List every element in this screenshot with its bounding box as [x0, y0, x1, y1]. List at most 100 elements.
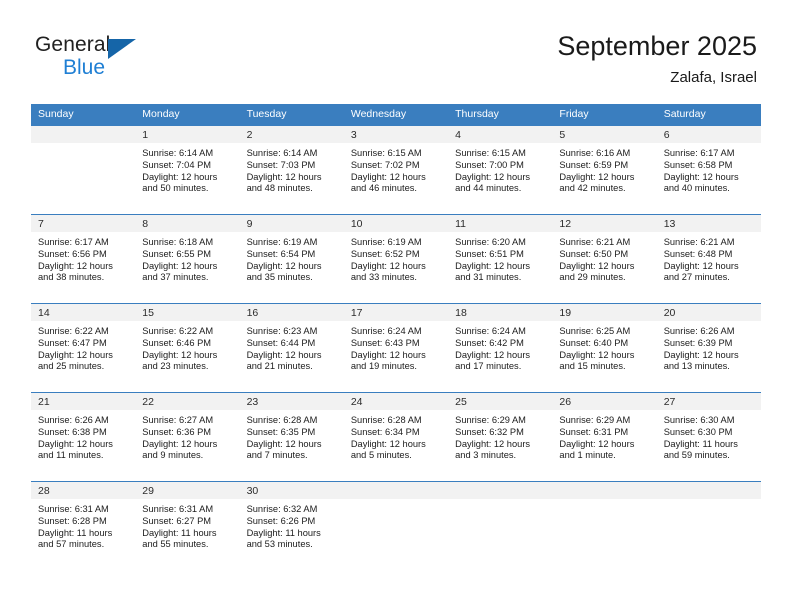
- day-number: 23: [239, 393, 344, 410]
- calendar-day-cell[interactable]: 17 Sunrise: 6:24 AM Sunset: 6:43 PM Dayligh…: [343, 303, 449, 393]
- calendar-day-cell[interactable]: 15 Sunrise: 6:22 AM Sunset: 6:46 PM Dayligh…: [135, 303, 240, 393]
- daylight-duration-line1: Daylight: 12 hours: [246, 260, 322, 271]
- calendar-day-cell[interactable]: 4 Sunrise: 6:15 AM Sunset: 7:00 PM Daylight…: [448, 125, 553, 215]
- day-details: Sunrise: 6:14 AM Sunset: 7:03 PM Daylight:…: [240, 143, 344, 195]
- daylight-duration-line2: and 3 minutes.: [455, 450, 517, 461]
- daylight-duration-line2: and 35 minutes.: [246, 272, 313, 283]
- calendar-day-cell[interactable]: 1 Sunrise: 6:14 AM Sunset: 7:04 PM Daylight…: [135, 125, 240, 215]
- calendar-day-cell[interactable]: 3 Sunrise: 6:15 AM Sunset: 7:02 PM Daylight…: [343, 125, 449, 215]
- sunset-time: Sunset: 7:02 PM: [350, 159, 420, 170]
- daylight-duration-line2: and 17 minutes.: [455, 361, 522, 372]
- weekday-header-monday: Monday: [135, 104, 240, 126]
- day-details: Sunrise: 6:28 AM Sunset: 6:35 PM Daylight:…: [240, 410, 344, 462]
- calendar-day-cell[interactable]: 21 Sunrise: 6:26 AM Sunset: 6:38 PM Dayligh…: [31, 392, 136, 482]
- day-number: 16: [239, 304, 344, 321]
- sunrise-time: Sunrise: 6:21 AM: [559, 237, 631, 247]
- day-number: [31, 126, 136, 143]
- daylight-duration-line2: and 7 minutes.: [246, 450, 308, 461]
- weekday-header-thursday: Thursday: [448, 104, 553, 126]
- sunset-time: Sunset: 6:50 PM: [559, 248, 629, 259]
- daylight-duration-line2: and 46 minutes.: [350, 183, 417, 194]
- calendar-day-cell[interactable]: 10 Sunrise: 6:19 AM Sunset: 6:52 PM Dayligh…: [343, 214, 449, 304]
- sunrise-time: Sunrise: 6:28 AM: [350, 415, 422, 425]
- day-number: 6: [656, 126, 761, 143]
- sunset-time: Sunset: 6:42 PM: [455, 337, 524, 348]
- daylight-duration-line1: Daylight: 11 hours: [142, 527, 217, 538]
- calendar-day-cell[interactable]: 24 Sunrise: 6:28 AM Sunset: 6:34 PM Dayligh…: [343, 392, 449, 482]
- daylight-duration-line1: Daylight: 12 hours: [455, 260, 531, 271]
- calendar-day-cell[interactable]: 18 Sunrise: 6:24 AM Sunset: 6:42 PM Dayligh…: [448, 303, 553, 393]
- sunset-time: Sunset: 6:51 PM: [455, 248, 524, 259]
- sunset-time: Sunset: 6:39 PM: [663, 337, 733, 348]
- day-number: 22: [135, 393, 240, 410]
- calendar-day-cell[interactable]: 2 Sunrise: 6:14 AM Sunset: 7:03 PM Daylight…: [239, 125, 344, 215]
- day-number: 4: [448, 126, 553, 143]
- calendar-day-cell-empty: [448, 481, 553, 566]
- day-number: 28: [31, 482, 136, 499]
- calendar-day-cell[interactable]: 16 Sunrise: 6:23 AM Sunset: 6:44 PM Dayligh…: [239, 303, 344, 393]
- page-subtitle-location: Zalafa, Israel: [670, 69, 757, 86]
- sunset-time: Sunset: 6:48 PM: [663, 248, 733, 259]
- sunset-time: Sunset: 6:55 PM: [142, 248, 212, 259]
- day-number: 2: [239, 126, 344, 143]
- sunrise-time: Sunrise: 6:22 AM: [142, 326, 214, 336]
- calendar-day-cell[interactable]: 20 Sunrise: 6:26 AM Sunset: 6:39 PM Dayligh…: [656, 303, 761, 393]
- calendar-day-cell[interactable]: 12 Sunrise: 6:21 AM Sunset: 6:50 PM Dayligh…: [552, 214, 657, 304]
- day-details: Sunrise: 6:19 AM Sunset: 6:52 PM Daylight:…: [344, 232, 448, 284]
- day-details: Sunrise: 6:20 AM Sunset: 6:51 PM Daylight:…: [448, 232, 552, 284]
- sunrise-time: Sunrise: 6:32 AM: [246, 504, 318, 514]
- calendar-day-cell[interactable]: 8 Sunrise: 6:18 AM Sunset: 6:55 PM Daylight…: [135, 214, 240, 304]
- calendar-day-cell[interactable]: 25 Sunrise: 6:29 AM Sunset: 6:32 PM Dayligh…: [448, 392, 553, 482]
- sunrise-time: Sunrise: 6:28 AM: [246, 415, 318, 425]
- calendar-day-cell[interactable]: 9 Sunrise: 6:19 AM Sunset: 6:54 PM Daylight…: [239, 214, 344, 304]
- calendar-day-cell[interactable]: 5 Sunrise: 6:16 AM Sunset: 6:59 PM Daylight…: [552, 125, 657, 215]
- day-details: Sunrise: 6:31 AM Sunset: 6:27 PM Daylight:…: [135, 499, 239, 551]
- daylight-duration-line1: Daylight: 12 hours: [142, 260, 218, 271]
- daylight-duration-line1: Daylight: 12 hours: [350, 171, 426, 182]
- calendar-day-cell[interactable]: 22 Sunrise: 6:27 AM Sunset: 6:36 PM Dayligh…: [135, 392, 240, 482]
- day-details: Sunrise: 6:30 AM Sunset: 6:30 PM Daylight:…: [657, 410, 761, 462]
- day-number: 29: [135, 482, 240, 499]
- calendar-day-cell[interactable]: 19 Sunrise: 6:25 AM Sunset: 6:40 PM Dayligh…: [552, 303, 657, 393]
- logo-text-blue: Blue: [63, 56, 106, 79]
- calendar-day-cell[interactable]: 30 Sunrise: 6:32 AM Sunset: 6:26 PM Dayligh…: [239, 481, 344, 566]
- day-number: [656, 482, 761, 499]
- daylight-duration-line1: Daylight: 12 hours: [559, 349, 635, 360]
- calendar-day-cell[interactable]: 23 Sunrise: 6:28 AM Sunset: 6:35 PM Dayligh…: [239, 392, 344, 482]
- calendar-day-cell[interactable]: 13 Sunrise: 6:21 AM Sunset: 6:48 PM Dayligh…: [656, 214, 761, 304]
- day-number: [343, 482, 449, 499]
- calendar-day-cell[interactable]: 28 Sunrise: 6:31 AM Sunset: 6:28 PM Dayligh…: [31, 481, 136, 566]
- calendar-day-cell[interactable]: 26 Sunrise: 6:29 AM Sunset: 6:31 PM Dayligh…: [552, 392, 657, 482]
- calendar-day-cell[interactable]: 14 Sunrise: 6:22 AM Sunset: 6:47 PM Dayligh…: [31, 303, 136, 393]
- daylight-duration-line1: Daylight: 11 hours: [663, 438, 738, 449]
- sunset-time: Sunset: 6:26 PM: [246, 515, 316, 526]
- day-number: 19: [552, 304, 657, 321]
- sunset-time: Sunset: 7:04 PM: [142, 159, 212, 170]
- day-details: [657, 499, 761, 504]
- general-blue-logo[interactable]: General Blue: [35, 33, 165, 81]
- day-details: Sunrise: 6:14 AM Sunset: 7:04 PM Daylight:…: [135, 143, 239, 195]
- calendar-day-cell[interactable]: 27 Sunrise: 6:30 AM Sunset: 6:30 PM Dayligh…: [656, 392, 761, 482]
- daylight-duration-line1: Daylight: 12 hours: [559, 260, 635, 271]
- calendar-day-cell[interactable]: 6 Sunrise: 6:17 AM Sunset: 6:58 PM Daylight…: [656, 125, 761, 215]
- daylight-duration-line1: Daylight: 12 hours: [350, 438, 426, 449]
- day-number: 1: [135, 126, 240, 143]
- sunset-time: Sunset: 6:32 PM: [455, 426, 524, 437]
- calendar-day-cell[interactable]: 29 Sunrise: 6:31 AM Sunset: 6:27 PM Dayligh…: [135, 481, 240, 566]
- daylight-duration-line1: Daylight: 12 hours: [38, 349, 113, 360]
- sunrise-time: Sunrise: 6:30 AM: [663, 415, 735, 425]
- calendar-day-cell[interactable]: 7 Sunrise: 6:17 AM Sunset: 6:56 PM Daylight…: [31, 214, 136, 304]
- day-number: 5: [552, 126, 657, 143]
- sunset-time: Sunset: 6:38 PM: [38, 426, 107, 437]
- day-number: 27: [656, 393, 761, 410]
- daylight-duration-line1: Daylight: 12 hours: [38, 438, 113, 449]
- calendar-day-cell[interactable]: 11 Sunrise: 6:20 AM Sunset: 6:51 PM Dayligh…: [448, 214, 553, 304]
- day-details: Sunrise: 6:31 AM Sunset: 6:28 PM Daylight:…: [31, 499, 135, 551]
- daylight-duration-line1: Daylight: 12 hours: [246, 438, 322, 449]
- daylight-duration-line1: Daylight: 12 hours: [455, 171, 531, 182]
- daylight-duration-line1: Daylight: 12 hours: [663, 171, 739, 182]
- daylight-duration-line1: Daylight: 12 hours: [142, 171, 218, 182]
- calendar-week-row: 7 Sunrise: 6:17 AM Sunset: 6:56 PM Daylight…: [31, 214, 761, 304]
- sunset-time: Sunset: 6:46 PM: [142, 337, 212, 348]
- day-details: Sunrise: 6:24 AM Sunset: 6:43 PM Daylight:…: [344, 321, 448, 373]
